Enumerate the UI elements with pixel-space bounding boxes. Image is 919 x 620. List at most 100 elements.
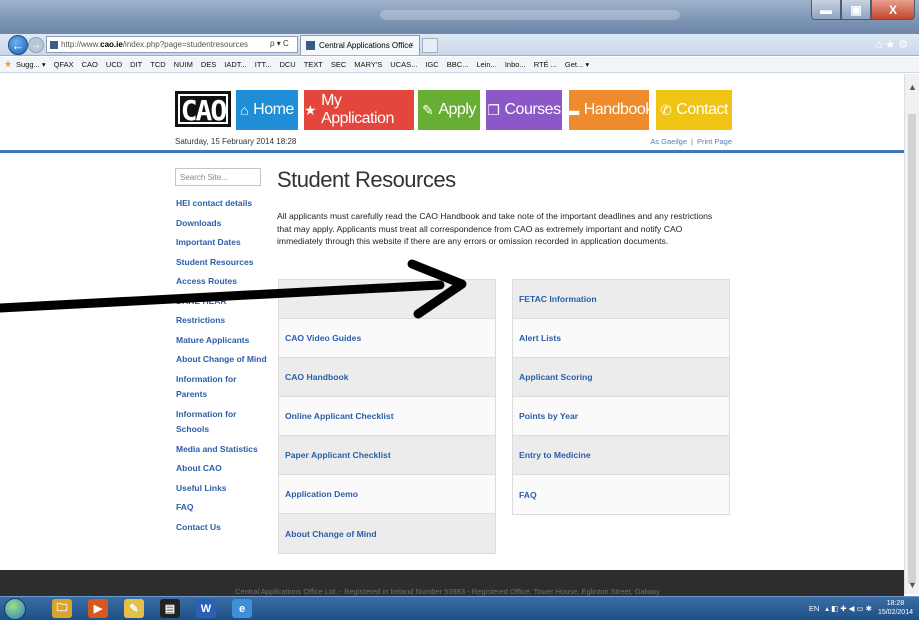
web-page: CAO ⌂ Home ★ My Application ✎ Apply ❐ Courses ▬ H… — [0, 74, 904, 596]
new-tab-button[interactable] — [422, 38, 438, 53]
language-indicator[interactable]: EN — [809, 604, 819, 613]
favorite-link[interactable]: TEXT — [304, 60, 323, 69]
clock-date: 15/02/2014 — [877, 609, 913, 616]
favorite-link[interactable]: UCAS... — [390, 60, 417, 69]
tab-favicon — [306, 41, 315, 50]
favorite-link[interactable]: SEC — [331, 60, 346, 69]
favorite-link[interactable]: Lein... — [476, 60, 496, 69]
tray-icons[interactable]: ▴ ◧ ✚ ◀ ▭ ✱ — [825, 604, 872, 613]
sidebar-link[interactable]: Contact Us — [176, 520, 268, 536]
nav-handbook-icon: ▬ — [565, 102, 579, 118]
sidebar-link[interactable]: Downloads — [176, 216, 268, 232]
favorite-link[interactable]: TCD — [150, 60, 165, 69]
start-button[interactable] — [4, 598, 26, 620]
favorite-link[interactable]: CAO — [82, 60, 98, 69]
resource-link[interactable]: Paper Applicant Checklist — [279, 436, 495, 475]
nav-apply-button[interactable]: ✎ Apply — [418, 90, 480, 130]
sidebar-link[interactable]: About CAO — [176, 461, 268, 477]
resource-link[interactable]: CAO Video Guides — [279, 319, 495, 358]
sidebar-link[interactable]: About Change of Mind — [176, 352, 268, 368]
scroll-up-icon[interactable]: ▲ — [908, 82, 917, 92]
favorites-bar: ★ Sugg... ▾ QFAX CAO UCD DIT TCD NUIM DES IADT..… — [0, 57, 919, 73]
sidebar-link[interactable]: FAQ — [176, 500, 268, 516]
favorite-link[interactable]: ITT... — [255, 60, 272, 69]
window-controls: ▬ ▣ X — [811, 0, 915, 20]
nav-label: Handbook — [583, 101, 653, 118]
site-search-input[interactable]: Search Site... — [175, 168, 261, 186]
resource-link[interactable]: Applicant Scoring — [513, 358, 729, 397]
favorite-link[interactable]: IGC — [425, 60, 438, 69]
resource-link[interactable]: Online Applicant Checklist — [279, 397, 495, 436]
resource-link[interactable]: Entry to Medicine — [513, 436, 729, 475]
scroll-down-icon[interactable]: ▼ — [908, 580, 917, 590]
forward-button[interactable]: → — [28, 37, 44, 53]
minimize-button[interactable]: ▬ — [811, 0, 841, 20]
nav-label: My Application — [321, 92, 394, 127]
taskbar-app-icon[interactable]: e — [232, 599, 252, 618]
favorite-link[interactable]: Get... ▾ — [565, 60, 589, 69]
resource-link[interactable]: Points by Year — [513, 397, 729, 436]
address-tools[interactable]: ρ ▾ C — [270, 39, 289, 48]
sidebar-link[interactable]: HEI contact details — [176, 196, 268, 212]
resource-link[interactable]: About Change of Mind — [279, 514, 495, 553]
nav-courses-button[interactable]: ❐ Courses — [486, 90, 562, 130]
favorite-link[interactable]: Inbo... — [505, 60, 526, 69]
sidebar-link[interactable]: Media and Statistics — [176, 442, 268, 458]
resource-link[interactable]: FAQ — [513, 475, 729, 514]
nav-handbook-button[interactable]: ▬ Handbook — [565, 90, 653, 130]
tab-close-icon[interactable]: × — [409, 40, 414, 49]
favorite-link[interactable]: DES — [201, 60, 216, 69]
title-text-blur — [380, 10, 680, 20]
favorite-link[interactable]: RTÉ ... — [534, 60, 557, 69]
scroll-thumb[interactable] — [908, 114, 916, 584]
sidebar-link[interactable]: Useful Links — [176, 481, 268, 497]
cao-logo[interactable]: CAO — [175, 91, 231, 127]
favorite-link[interactable]: MARY'S — [354, 60, 382, 69]
as-gaeilge-link[interactable]: As Gaeilge — [650, 137, 687, 146]
nav-contact-button[interactable]: ✆ Contact — [656, 90, 732, 130]
print-page-link[interactable]: Print Page — [697, 137, 732, 146]
back-button[interactable]: ← — [8, 35, 28, 55]
taskbar-app-icon[interactable]: W — [196, 599, 216, 618]
sidebar-link[interactable]: Information for Schools — [176, 407, 268, 438]
home-favorites-settings-icons[interactable]: ⌂★⚙ — [876, 38, 911, 51]
taskbar-app-icon[interactable]: 🗀 — [52, 599, 72, 618]
nav-contact-icon: ✆ — [660, 101, 672, 118]
screen: ▬ ▣ X ← → http://www.cao.ie/index.php?pa… — [0, 0, 919, 620]
resource-link[interactable]: Application Demo — [279, 475, 495, 514]
favorite-link[interactable]: DCU — [279, 60, 295, 69]
sidebar-link[interactable]: Important Dates — [176, 235, 268, 251]
sidebar-link[interactable]: Information for Parents — [176, 372, 268, 403]
header-divider — [0, 150, 904, 153]
favorite-link[interactable]: NUIM — [174, 60, 193, 69]
favorite-link[interactable]: QFAX — [54, 60, 74, 69]
nav-courses-icon: ❐ — [487, 101, 500, 118]
system-clock[interactable]: 18:28 15/02/2014 — [878, 599, 913, 617]
close-window-button[interactable]: X — [871, 0, 915, 20]
resources-right-column: FETAC Information Alert Lists Applicant Sc… — [512, 279, 730, 515]
nav-label: Courses — [504, 101, 561, 118]
resource-link[interactable]: Alert Lists — [513, 319, 729, 358]
address-bar[interactable]: http://www.cao.ie/index.php?page=student… — [46, 36, 298, 53]
favorite-link[interactable]: DIT — [130, 60, 142, 69]
browser-nav-row: ← → http://www.cao.ie/index.php?page=stu… — [0, 34, 919, 56]
vertical-scrollbar[interactable]: ▲ ▼ — [904, 74, 919, 594]
page-title: Student Resources — [277, 167, 456, 192]
favorite-link[interactable]: BBC... — [447, 60, 469, 69]
favorite-link[interactable]: Sugg... ▾ — [16, 60, 46, 69]
resource-link[interactable]: FETAC Information — [513, 280, 729, 319]
browser-tab[interactable]: Central Applications Office × — [300, 35, 420, 55]
favorite-link[interactable]: IADT... — [224, 60, 247, 69]
sidebar-link[interactable]: Mature Applicants — [176, 333, 268, 349]
link-separator: | — [691, 137, 693, 146]
resource-link[interactable]: CAO Handbook — [279, 358, 495, 397]
nav-my-application-button[interactable]: ★ My Application — [304, 90, 414, 130]
nav-home-button[interactable]: ⌂ Home — [236, 90, 298, 130]
favorites-star-icon[interactable]: ★ — [4, 59, 12, 70]
taskbar-app-icon[interactable]: ✎ — [124, 599, 144, 618]
favorite-link[interactable]: UCD — [106, 60, 122, 69]
taskbar-app-icon[interactable]: ▶ — [88, 599, 108, 618]
sidebar-nav: HEI contact details Downloads Important Da… — [176, 196, 268, 539]
maximize-button[interactable]: ▣ — [841, 0, 871, 20]
taskbar-app-icon[interactable]: ▤ — [160, 599, 180, 618]
